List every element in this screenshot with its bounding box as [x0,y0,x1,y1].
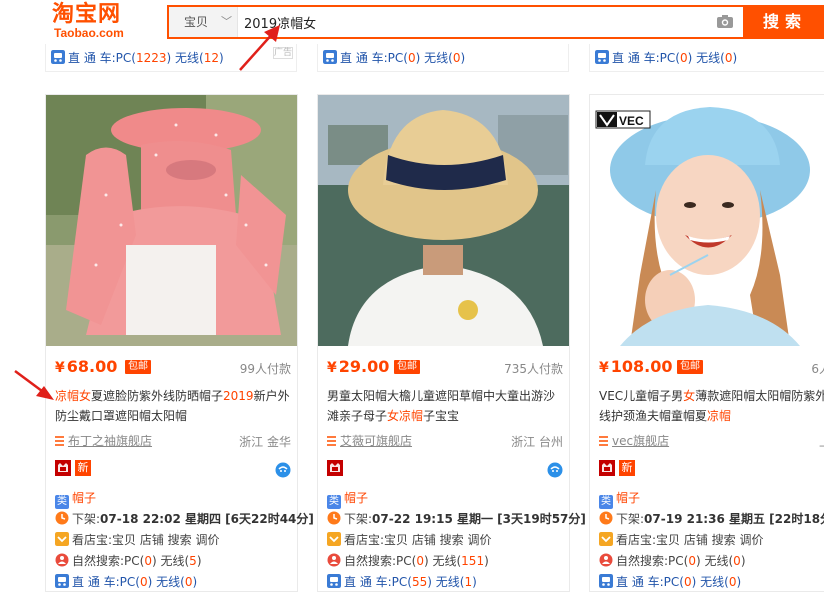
header: 淘宝网 Taobao.com 宝贝 ﹀ 搜索 [0,0,824,44]
category-line: 类帽子 [55,488,291,509]
store-treasure-icon [327,532,341,546]
natural-search-line: 自然搜索:PC(0) 无线(0) [599,551,824,572]
price: ¥29.00 [327,357,390,376]
category-link[interactable]: 帽子 [344,491,368,505]
top-car-line-2: 直 通 车:PC(0) 无线(0) [323,50,465,66]
car-icon [595,50,609,64]
car-icon [327,574,341,588]
tmall-icon [599,460,615,476]
sold-count: 99人付款 [239,362,291,376]
product-image[interactable]: VEC [590,95,824,346]
shelf-line: 下架:07-18 22:02 星期四 [6天22时44分] [55,509,314,530]
product-card[interactable]: ¥29.00 包邮 735人付款 男童太阳帽大檐儿童遮阳草帽中大童出游沙滩亲子母… [317,94,586,593]
new-icon: 新 [75,460,91,476]
store-treasure-line[interactable]: 看店宝:宝贝 店铺 搜索 调价 [599,530,824,551]
category-link[interactable]: 帽子 [616,491,640,505]
price: ¥68.00 [55,357,118,376]
product-title[interactable]: VEC儿童帽子男女薄款遮阳帽太阳帽防紫外线护颈渔夫帽童帽夏凉帽 [599,386,824,426]
product-image[interactable] [318,95,569,346]
logo-en: Taobao.com [54,26,124,40]
free-shipping-badge: 包邮 [394,360,420,374]
chevron-down-icon: ﹀ [221,15,232,28]
search-type-label: 宝贝 [184,15,209,29]
annotation-arrow-icon [239,25,280,71]
shop-name[interactable]: 布丁之袖旗舰店 [68,434,152,448]
natural-search-icon [327,553,341,567]
camera-icon[interactable] [716,14,734,29]
category-icon: 类 [55,495,69,509]
clock-icon [599,511,613,525]
clock-icon [327,511,341,525]
free-shipping-badge: 包邮 [677,360,703,374]
natural-search-icon [599,553,613,567]
shelf-line: 下架:07-19 21:36 星期五 [22时18分] [599,509,824,530]
product-card[interactable]: VEC ¥108.00 包邮 6人付 VEC儿童帽子男女薄款遮阳帽太阳帽防紫外线… [589,94,824,592]
location: 浙江 台州 [511,435,563,449]
location: 上海 [819,433,824,450]
tmall-icon [55,460,71,476]
product-image[interactable] [46,95,297,346]
brand-mark: VEC [619,114,644,128]
wangwang-icon[interactable] [547,462,563,478]
car-line: 直 通 车:PC(0) 无线(0) [599,572,824,593]
store-treasure-line[interactable]: 看店宝:宝贝 店铺 搜索 调价 [327,530,563,551]
category-line: 类帽子 [599,488,824,509]
category-icon: 类 [327,495,341,509]
car-line: 直 通 车:PC(55) 无线(1) [327,572,563,593]
search-input[interactable] [239,7,709,37]
location: 浙江 金华 [239,435,291,449]
shop-icon [327,435,336,446]
logo-cn: 淘宝网 [52,2,122,27]
store-treasure-line[interactable]: 看店宝:宝贝 店铺 搜索 调价 [55,530,291,551]
price: ¥108.00 [599,357,673,376]
search-button[interactable]: 搜索 [743,5,824,39]
natural-search-icon [55,553,69,567]
car-icon [55,574,69,588]
car-icon [51,50,65,64]
natural-search-line: 自然搜索:PC(0) 无线(151) [327,551,563,572]
new-icon: 新 [619,460,635,476]
store-treasure-icon [599,532,613,546]
shop-icon [599,435,608,446]
free-shipping-badge: 包邮 [125,360,151,374]
sold-count: 735人付款 [504,362,563,376]
category-line: 类帽子 [327,488,563,509]
clock-icon [55,511,69,525]
search-type-select[interactable]: 宝贝 ﹀ [169,7,238,37]
shop-icon [55,435,64,446]
car-icon [599,574,613,588]
shelf-line: 下架:07-22 19:15 星期一 [3天19时57分] [327,509,586,530]
sold-count: 6人付 [811,362,824,376]
product-card[interactable]: ¥68.00 包邮 99人付款 凉帽女夏遮脸防紫外线防晒帽子2019新户外防尘戴… [45,94,314,593]
shop-name[interactable]: 艾薇可旗舰店 [340,434,412,448]
store-treasure-icon [55,532,69,546]
top-car-line-3: 直 通 车:PC(0) 无线(0) [595,50,737,66]
taobao-logo[interactable]: 淘宝网 Taobao.com [52,3,152,43]
car-line: 直 通 车:PC(0) 无线(0) [55,572,291,593]
tmall-icon [327,460,343,476]
natural-search-line: 自然搜索:PC(0) 无线(5) [55,551,291,572]
category-icon: 类 [599,495,613,509]
annotation-arrow-icon [14,369,54,400]
category-link[interactable]: 帽子 [72,491,96,505]
shop-name[interactable]: vec旗舰店 [612,434,669,448]
product-title[interactable]: 凉帽女夏遮脸防紫外线防晒帽子2019新户外防尘戴口罩遮阳帽太阳帽 [55,386,291,426]
top-car-line-1: 直 通 车:PC(1223) 无线(12) [51,50,224,66]
wangwang-icon[interactable] [275,462,291,478]
product-title[interactable]: 男童太阳帽大檐儿童遮阳草帽中大童出游沙滩亲子母子女凉帽子宝宝 [327,386,563,426]
car-icon [323,50,337,64]
